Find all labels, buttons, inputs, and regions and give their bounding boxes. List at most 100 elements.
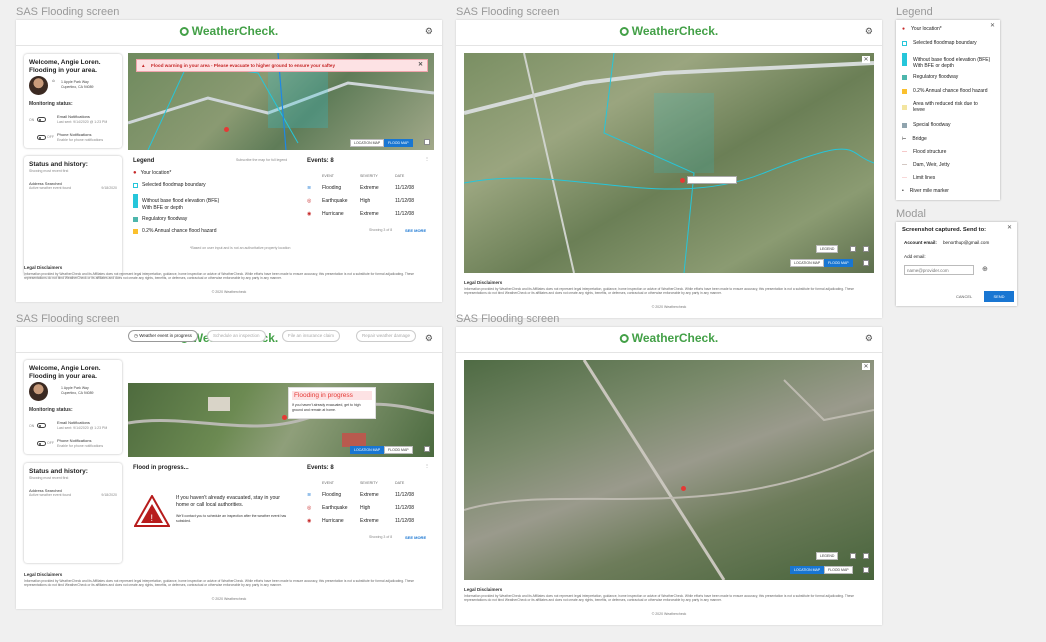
expand-icon[interactable] xyxy=(863,567,869,573)
location-map-button[interactable]: LOCATION MAP xyxy=(350,139,385,147)
showing-count: Showing 3 of 8 xyxy=(369,535,393,539)
legend-row: — Limit lines xyxy=(902,175,936,181)
phone-toggle[interactable] xyxy=(37,135,46,140)
logo[interactable]: WeatherCheck. xyxy=(619,331,718,345)
off-label: OFF xyxy=(47,441,54,445)
location-pin-icon[interactable] xyxy=(282,415,287,420)
add-circle-icon[interactable]: ⊕ xyxy=(982,265,988,273)
flood-icon: ≋ xyxy=(307,492,312,498)
status-card: Status and history: Showing most recent … xyxy=(24,463,122,563)
legal-text: Information provided by WeatherCheck and… xyxy=(464,287,854,296)
warning-icon: ▲ xyxy=(141,63,146,68)
events-title: Events: 8 xyxy=(307,465,334,471)
legend-row: — Flood structure xyxy=(902,149,947,155)
legal-title: Legal Disclaimers xyxy=(464,587,503,592)
step-file-claim[interactable]: File an insurance claim xyxy=(282,330,341,342)
location-pin-icon[interactable] xyxy=(680,178,685,183)
flood-progress-popup: Flooding in progress If you haven't alre… xyxy=(288,387,376,419)
flood-map-button[interactable]: FLOOD MAP xyxy=(384,446,413,454)
satellite-map-full[interactable]: ✕ LEGEND LOCATION MAP FLOOD MAP xyxy=(464,360,874,580)
location-pin-icon[interactable] xyxy=(224,127,229,132)
ev-header-event: EVENT xyxy=(322,481,334,485)
email-last-sent: Last sent: 9/14/2020 @ 1:23 PM xyxy=(57,120,108,124)
event-severity: Extreme xyxy=(360,492,379,498)
cancel-button[interactable]: CANCEL xyxy=(956,294,972,299)
see-more-link[interactable]: SEE MORE xyxy=(405,535,426,540)
legal-text: Information provided by WeatherCheck and… xyxy=(464,594,854,603)
flood-map-button[interactable]: FLOOD MAP xyxy=(824,566,853,574)
close-icon[interactable]: ✕ xyxy=(862,363,870,370)
legal-title: Legal Disclaimers xyxy=(464,280,503,285)
expand-icon[interactable] xyxy=(424,139,430,145)
legend-row: Selected floodmap boundary xyxy=(902,40,977,46)
search-icon[interactable] xyxy=(850,553,856,559)
logo[interactable]: WeatherCheck. xyxy=(179,24,278,38)
address-line-2: Cupertino, CA 94089 xyxy=(61,391,94,395)
location-tooltip xyxy=(687,176,737,184)
close-icon[interactable]: ✕ xyxy=(418,60,423,71)
on-label: ON xyxy=(29,118,35,122)
email-toggle[interactable] xyxy=(37,423,46,428)
legal-title: Legal Disclaimers xyxy=(24,265,63,270)
search-icon[interactable] xyxy=(850,246,856,252)
bridge-icon: ⊢ xyxy=(902,136,907,142)
account-email: benorthup@gmail.com xyxy=(943,240,990,245)
legend-row: ● Your location* xyxy=(902,26,942,32)
app-header: WeatherCheck. ⚙ xyxy=(16,20,442,46)
logo[interactable]: WeatherCheck. xyxy=(619,24,718,38)
map-overlay xyxy=(464,360,874,580)
legend-button[interactable]: LEGEND xyxy=(816,552,839,560)
close-icon[interactable]: ✕ xyxy=(862,56,870,63)
camera-icon[interactable] xyxy=(863,246,869,252)
location-pin-icon[interactable] xyxy=(681,486,686,491)
gear-icon[interactable]: ⚙ xyxy=(425,26,433,37)
flood-map-button[interactable]: FLOOD MAP xyxy=(824,259,853,267)
close-icon[interactable]: ✕ xyxy=(1007,224,1012,231)
floodway-swatch xyxy=(902,74,907,80)
step-weather-event[interactable]: ◷ Weather event in progress xyxy=(128,330,198,342)
legend-panel-title: Legend xyxy=(896,6,933,18)
gear-icon[interactable]: ⚙ xyxy=(425,333,433,344)
location-map-button[interactable]: LOCATION MAP xyxy=(350,446,385,454)
legend-panel: ✕ ● Your location* Selected floodmap boun… xyxy=(896,20,1000,200)
boundary-swatch xyxy=(133,182,138,188)
legend-row: With BFE or depth xyxy=(142,205,183,211)
legend-row: ⊢ Bridge xyxy=(902,136,927,142)
flood-map-full[interactable]: ✕ LEGEND LOCATION MAP FLOOD MAP xyxy=(464,53,874,273)
step-repair-damage[interactable]: Repair weather damage xyxy=(356,330,417,342)
expand-icon[interactable] xyxy=(863,260,869,266)
camera-icon[interactable] xyxy=(863,553,869,559)
more-icon[interactable]: ⋮ xyxy=(425,463,429,468)
hurricane-icon: ◉ xyxy=(307,518,312,524)
frame-3: WeatherCheck. ⚙ Welcome, Angie Loren. Fl… xyxy=(16,327,442,609)
send-button[interactable]: SEND xyxy=(984,291,1014,302)
expand-icon[interactable] xyxy=(424,446,430,452)
phone-sub: Enable for phone notifications xyxy=(57,138,104,142)
flood-map[interactable]: ▲ Flood warning in your area - Please ev… xyxy=(128,53,434,150)
flood-map-button[interactable]: FLOOD MAP xyxy=(384,139,413,147)
gear-icon[interactable]: ⚙ xyxy=(865,333,873,344)
more-icon[interactable]: ⋮ xyxy=(425,156,429,161)
location-map-button[interactable]: LOCATION MAP xyxy=(790,566,825,574)
location-map-button[interactable]: LOCATION MAP xyxy=(790,259,825,267)
email-toggle[interactable] xyxy=(37,117,46,122)
frame-title: SAS Flooding screen xyxy=(16,6,120,18)
close-icon[interactable]: ✕ xyxy=(990,22,995,29)
events-card: Events: 8 ⋮ EVENT SEVERITY DATE ≋ Floodi… xyxy=(302,459,434,549)
see-more-link[interactable]: SEE MORE xyxy=(405,228,426,233)
phone-toggle[interactable] xyxy=(37,441,46,446)
satellite-map[interactable]: Flooding in progress If you haven't alre… xyxy=(128,383,434,457)
gear-icon[interactable]: ⚙ xyxy=(865,26,873,37)
welcome-line-2: Flooding in your area. xyxy=(29,373,97,380)
step-schedule-inspection[interactable]: Schedule an inspection xyxy=(207,330,266,342)
welcome-card: Welcome, Angie Loren. Flooding in your a… xyxy=(24,360,122,454)
event-severity: Extreme xyxy=(360,211,379,217)
copyright: © 2020 Weathercheck xyxy=(651,612,687,616)
app-header: WeatherCheck. ⚙ xyxy=(456,20,882,46)
email-notifications-label: Email Notifications xyxy=(57,114,90,119)
add-email-input[interactable] xyxy=(904,265,974,275)
boundary-swatch xyxy=(902,40,907,46)
legend-button[interactable]: LEGEND xyxy=(816,245,839,253)
legend-row: — Dam, Weir, Jetty xyxy=(902,162,950,168)
frame-4: WeatherCheck. ⚙ ✕ LEGEND LOCATION MAP FL… xyxy=(456,327,882,625)
